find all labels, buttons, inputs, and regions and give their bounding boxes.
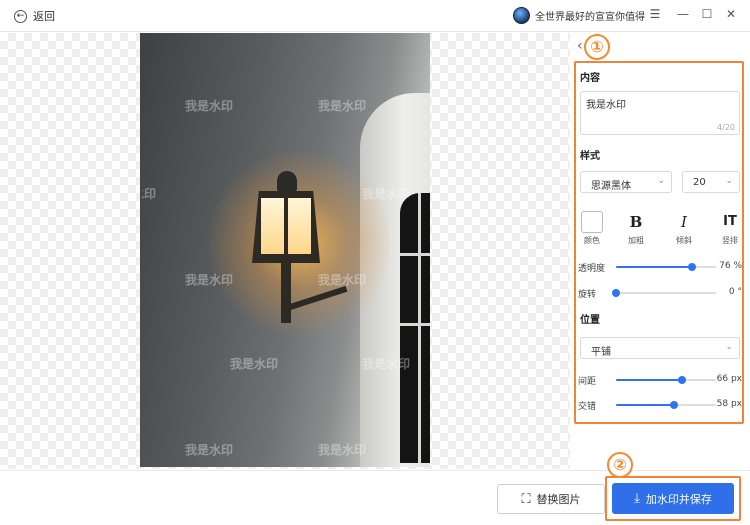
font-size-select[interactable]: 20 ⌄ — [682, 171, 740, 193]
watermark-text: 我是水印 — [142, 187, 156, 201]
chevron-down-icon: ⌄ — [725, 342, 733, 352]
download-icon: ⤓ — [634, 491, 640, 506]
annotation-badge-2: ② — [607, 452, 633, 478]
watermark-text-value: 我是水印 — [586, 100, 626, 111]
watermark-settings-panel: 内容 我是水印 4/20 样式 思源黑体 ⌄ 20 ⌄ 颜色 B 加粗 I 倾斜… — [574, 61, 744, 424]
watermark-text: 我是水印 — [318, 273, 367, 287]
replace-image-icon: ⛶ — [521, 491, 531, 507]
spacing-handle[interactable] — [678, 376, 686, 384]
preview-canvas: 我是水印 我是水印 我是水印 我是水印 我是水印 我是水印 我是水印 我是水印 … — [0, 33, 570, 469]
back-arrow-icon: ← — [14, 9, 27, 23]
rotate-slider[interactable]: 旋转 0 ° — [578, 285, 742, 301]
offset-track[interactable] — [616, 401, 716, 409]
lamp-stem — [281, 263, 291, 323]
preview-image — [140, 33, 430, 467]
watermark-text-input[interactable]: 我是水印 4/20 — [580, 91, 740, 135]
vertical-text-icon: IT — [723, 214, 737, 229]
offset-handle[interactable] — [670, 401, 678, 409]
italic-button[interactable]: I 倾斜 — [670, 211, 698, 246]
minimize-icon[interactable]: — — [676, 7, 690, 21]
opacity-value: 76 % — [719, 261, 742, 271]
opacity-slider[interactable]: 透明度 76 % — [578, 259, 742, 275]
color-label: 颜色 — [584, 236, 600, 245]
watermark-text: 我是水印 — [185, 273, 234, 287]
opacity-fill — [616, 266, 692, 268]
collapse-panel-icon[interactable]: ‹ — [577, 38, 583, 54]
bold-label: 加粗 — [628, 236, 644, 245]
rotate-value: 0 ° — [728, 287, 742, 297]
opacity-label: 透明度 — [578, 264, 606, 274]
spacing-label: 间距 — [578, 377, 597, 387]
watermark-text: 我是水印 — [318, 443, 367, 457]
bold-button[interactable]: B 加粗 — [622, 211, 650, 246]
watermark-text: 我是水印 — [185, 99, 234, 113]
user-name: 全世界最好的宣宣你值得 — [535, 12, 645, 23]
avatar[interactable] — [513, 7, 530, 24]
font-family-select[interactable]: 思源黑体 ⌄ — [580, 171, 672, 193]
offset-value: 58 px — [716, 399, 742, 409]
maximize-icon[interactable]: ☐ — [700, 7, 714, 21]
rotate-label: 旋转 — [578, 290, 597, 300]
font-family-value: 思源黑体 — [591, 181, 631, 192]
position-mode-value: 平铺 — [591, 347, 611, 358]
position-section-title: 位置 — [580, 315, 600, 326]
watermark-text: 我是水印 — [185, 443, 234, 457]
watermark-text: 我是水印 — [230, 357, 279, 371]
user-account[interactable]: 全世界最好的宣宣你值得 — [513, 7, 645, 24]
window — [400, 193, 430, 463]
rotate-handle[interactable] — [612, 289, 620, 297]
back-button[interactable]: ← 返回 — [14, 8, 55, 24]
offset-slider[interactable]: 交错 58 px — [578, 397, 742, 413]
replace-image-label: 替换图片 — [536, 493, 581, 506]
annotation-badge-1: ① — [584, 34, 610, 60]
color-swatch — [581, 211, 603, 233]
content-section-title: 内容 — [580, 73, 600, 84]
vertical-text-label: 竖排 — [722, 236, 738, 245]
style-section-title: 样式 — [580, 151, 600, 162]
spacing-fill — [616, 379, 682, 381]
lamp-cap — [277, 171, 297, 191]
watermark-text: 我是水印 — [318, 99, 367, 113]
char-count: 4/20 — [717, 123, 735, 132]
close-icon[interactable]: ✕ — [724, 7, 738, 21]
bold-icon: B — [629, 213, 643, 231]
vertical-text-button[interactable]: IT 竖排 — [716, 211, 744, 246]
opacity-handle[interactable] — [688, 263, 696, 271]
spacing-track[interactable] — [616, 376, 716, 384]
watermark-text: 我是水印 — [362, 187, 411, 201]
title-bar: ← 返回 全世界最好的宣宣你值得 ☰ — ☐ ✕ — [0, 0, 750, 32]
rotate-track[interactable] — [612, 289, 716, 297]
add-watermark-save-button[interactable]: ⤓ 加水印并保存 — [612, 483, 734, 514]
menu-icon[interactable]: ☰ — [648, 7, 662, 21]
replace-image-button[interactable]: ⛶ 替换图片 — [497, 484, 605, 514]
offset-label: 交错 — [578, 402, 597, 412]
offset-fill — [616, 404, 674, 406]
spacing-value: 66 px — [716, 374, 742, 384]
lamp-divider — [284, 198, 288, 254]
position-mode-select[interactable]: 平铺 ⌄ — [580, 337, 740, 359]
italic-label: 倾斜 — [676, 236, 692, 245]
chevron-down-icon: ⌄ — [725, 176, 733, 186]
font-size-value: 20 — [693, 177, 706, 188]
watermark-text: 我是水印 — [362, 357, 411, 371]
back-label: 返回 — [33, 10, 55, 23]
spacing-slider[interactable]: 间距 66 px — [578, 372, 742, 388]
chevron-down-icon: ⌄ — [657, 176, 665, 186]
save-label: 加水印并保存 — [645, 492, 712, 506]
color-picker[interactable]: 颜色 — [578, 211, 606, 246]
opacity-track[interactable] — [616, 263, 716, 271]
italic-icon: I — [681, 213, 687, 231]
